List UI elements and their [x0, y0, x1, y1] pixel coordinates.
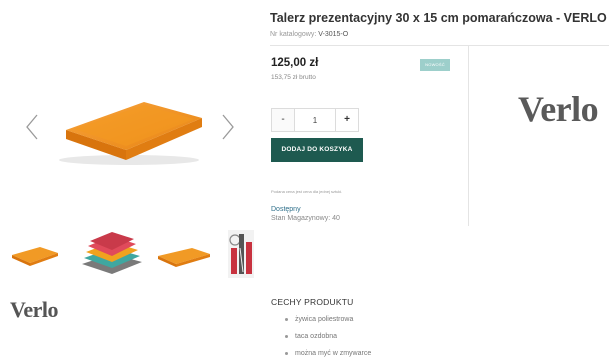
- main-product-image: [44, 88, 214, 168]
- gallery-prev-arrow-icon[interactable]: [22, 112, 42, 142]
- quantity-decrease-button[interactable]: -: [271, 108, 295, 132]
- feature-item: taca ozdobna: [285, 332, 371, 349]
- feature-item: żywica poliestrowa: [285, 315, 371, 332]
- thumbnail-colored-boards[interactable]: [78, 228, 148, 284]
- price-note: Podana cena jest cena dla jednej sztuki.: [271, 189, 343, 194]
- quantity-stepper: - +: [271, 108, 359, 132]
- quantity-increase-button[interactable]: +: [335, 108, 359, 132]
- feature-item: można myć w zmywarce: [285, 349, 371, 358]
- divider-vertical: [468, 46, 469, 226]
- thumbnail-kitchen-tools[interactable]: [228, 228, 254, 284]
- brand-logo: Verlo: [10, 297, 59, 322]
- brand-logo-large: Verlo: [518, 89, 599, 129]
- divider: [270, 45, 609, 46]
- features-heading: CECHY PRODUKTU: [271, 297, 354, 307]
- thumbnail-orange-board-2[interactable]: [154, 228, 214, 284]
- features-list: żywica poliestrowa taca ozdobna można my…: [285, 315, 371, 358]
- availability-status: Dostępny: [271, 206, 301, 213]
- gallery-thumbnails: [0, 228, 258, 284]
- product-title: Talerz prezentacyjny 30 x 15 cm pomarańc…: [270, 11, 607, 25]
- thumbnail-orange-board[interactable]: [6, 228, 62, 284]
- add-to-cart-button[interactable]: DODAJ DO KOSZYKA: [271, 138, 363, 162]
- quantity-input[interactable]: [295, 108, 335, 132]
- catalog-value: V-3015-O: [318, 31, 349, 38]
- stock-level: Stan Magazynowy: 40: [271, 215, 340, 222]
- price-gross: 153,75 zł brutto: [271, 74, 316, 81]
- catalog-number: Nr katalogowy: V-3015-O: [270, 31, 348, 38]
- price-net: 125,00 zł: [271, 57, 319, 69]
- gallery-next-arrow-icon[interactable]: [218, 112, 238, 142]
- catalog-label: Nr katalogowy:: [270, 31, 317, 38]
- product-gallery: Verlo: [0, 0, 258, 358]
- new-badge: NOWOŚĆ: [420, 59, 450, 71]
